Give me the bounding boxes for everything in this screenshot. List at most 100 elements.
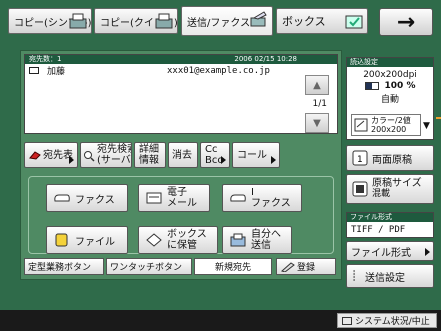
destination-count: 宛先数：1 (29, 55, 62, 63)
new-destination-label: 新規宛先 (214, 263, 251, 273)
copy-icon (155, 13, 173, 29)
scan-settings-header: 読込設定 (347, 58, 433, 67)
file-icon (55, 233, 68, 247)
new-destination-tab[interactable]: 新規宛先 (194, 258, 272, 275)
file-format-display: ファイル形式 TIFF / PDF (346, 212, 434, 238)
doc-size-mix-button[interactable]: 原稿サイズ 混載 (346, 174, 434, 204)
page-indicator: 1/1 (312, 99, 327, 109)
file-format-value: TIFF / PDF (351, 225, 406, 235)
accent-marker (436, 117, 441, 119)
resolution-value: 200x200dpi (363, 70, 417, 80)
send-self-label-2: 送信 (251, 240, 271, 251)
doc-size-label-2: 混載 (372, 189, 391, 199)
favorites-button-tab[interactable]: 定型業務ボタン (24, 258, 104, 275)
color-mode-label-2: 200x200 (371, 125, 407, 134)
fax-button[interactable]: ファクス (46, 184, 128, 212)
zoom-icon (364, 82, 379, 90)
duplex-button[interactable]: 1 両面原稿 (346, 145, 434, 171)
color-mode-button[interactable]: カラー/2値 200x200 (351, 114, 421, 136)
destination-list: 宛先数：1 2006 02/15 10:28 加藤 xxx01@example.… (24, 54, 338, 134)
register-button[interactable]: 登録 (276, 258, 336, 275)
tab-copy-simple[interactable]: コピー(シンプル) (8, 8, 92, 34)
favorites-tab-label: 定型業務ボタン (28, 263, 92, 273)
destination-address: xxx01@example.co.jp (167, 65, 270, 76)
one-touch-tab-label: ワンタッチボタン (110, 263, 183, 273)
box-store-label-1: ボックス (167, 229, 207, 240)
delete-label: 消去 (172, 149, 192, 161)
ifax-label-2: ファクス (251, 198, 291, 209)
ifax-label-1: I (251, 187, 254, 198)
send-settings-icon: ┊ (351, 270, 358, 282)
zoom-value: 100 % (384, 81, 416, 91)
tab-box[interactable]: ボックス (276, 8, 368, 34)
detail-info-label-2: 情報 (139, 155, 159, 166)
email-icon (146, 192, 162, 204)
fax-label: ファクス (75, 194, 115, 206)
color-mode-label-1: カラー/2値 (371, 116, 411, 125)
tab-copy-quick[interactable]: コピー(クイック) (94, 8, 178, 34)
tab-send-fax-label: 送信/ファクス (187, 17, 251, 29)
fax-icon (54, 194, 70, 202)
send-self-icon (230, 233, 246, 247)
tab-box-label: ボックス (282, 15, 326, 28)
address-search-label-1: 宛先検索 (97, 144, 131, 155)
tab-send-fax[interactable]: 送信/ファクス (181, 6, 273, 36)
system-status-label: システム状況/中止 (355, 317, 430, 327)
send-self-label-1: 自分へ (251, 229, 281, 240)
doc-size-icon (352, 181, 368, 197)
send-settings-label: 送信設定 (365, 272, 406, 284)
call-button[interactable]: コール (232, 142, 280, 168)
cc-label: Cc (205, 144, 218, 155)
address-book-button[interactable]: 宛先表 (24, 142, 78, 168)
register-pen-icon (281, 261, 295, 272)
status-bar: システム状況/中止 (0, 310, 441, 331)
system-status-icon (342, 316, 352, 325)
address-search-label-2: (サーバ) (97, 155, 132, 166)
detail-info-button[interactable]: 詳細 情報 (134, 142, 166, 168)
box-store-label-2: に保管 (167, 240, 197, 251)
delete-button[interactable]: 消去 (168, 142, 198, 168)
destination-header: 宛先数：1 2006 02/15 10:28 (25, 55, 337, 64)
copy-icon (69, 13, 87, 29)
send-settings-button[interactable]: ┊ 送信設定 (346, 264, 434, 288)
register-label: 登録 (297, 263, 316, 273)
box-store-button[interactable]: ボックス に保管 (138, 226, 218, 254)
file-format-header: ファイル形式 (347, 213, 433, 222)
scan-settings-panel[interactable]: 読込設定 200x200dpi 100 % 自動 カラー/2値 200x200 … (346, 57, 434, 140)
email-button[interactable]: 電子 メール (138, 184, 210, 212)
file-format-button[interactable]: ファイル形式 (346, 241, 434, 261)
duplex-icon: 1 (352, 150, 368, 166)
destination-name: 加藤 (47, 67, 66, 77)
next-arrow-icon: → (396, 9, 416, 35)
system-status-button[interactable]: システム状況/中止 (337, 313, 437, 328)
list-item[interactable]: 加藤 xxx01@example.co.jp (25, 64, 295, 77)
doc-size-label-1: 原稿サイズ (372, 178, 422, 189)
scroll-up-button[interactable]: ▲ (305, 75, 329, 95)
svg-text:1: 1 (357, 155, 363, 165)
send-to-self-button[interactable]: 自分へ 送信 (222, 226, 292, 254)
address-book-icon (29, 151, 41, 160)
box-store-icon (146, 233, 162, 247)
file-button[interactable]: ファイル (46, 226, 128, 254)
search-server-icon (84, 151, 95, 162)
email-label-2: メール (167, 198, 197, 209)
one-touch-button-tab[interactable]: ワンタッチボタン (106, 258, 192, 275)
detail-info-label-1: 詳細 (139, 144, 159, 155)
scan-mode: 自動 (380, 95, 399, 105)
scroll-down-button[interactable]: ▼ (305, 113, 329, 133)
file-format-button-label: ファイル形式 (351, 247, 411, 259)
call-label: コール (237, 149, 267, 161)
datetime: 2006 02/15 10:28 (234, 55, 297, 63)
file-label: ファイル (75, 236, 115, 248)
color-mode-dropdown-icon: ▼ (423, 121, 430, 131)
email-label-1: 電子 (167, 187, 187, 198)
send-fax-icon (250, 11, 267, 27)
cc-bcc-button[interactable]: Cc Bcc (200, 142, 230, 168)
box-icon (345, 15, 363, 29)
scroll-up-icon: ▲ (313, 79, 321, 91)
next-button[interactable]: → (379, 8, 433, 36)
ifax-button[interactable]: I ファクス (222, 184, 302, 212)
email-entry-icon (29, 67, 39, 74)
duplex-label: 両面原稿 (372, 154, 412, 166)
address-search-button[interactable]: 宛先検索 (サーバ) (80, 142, 132, 168)
